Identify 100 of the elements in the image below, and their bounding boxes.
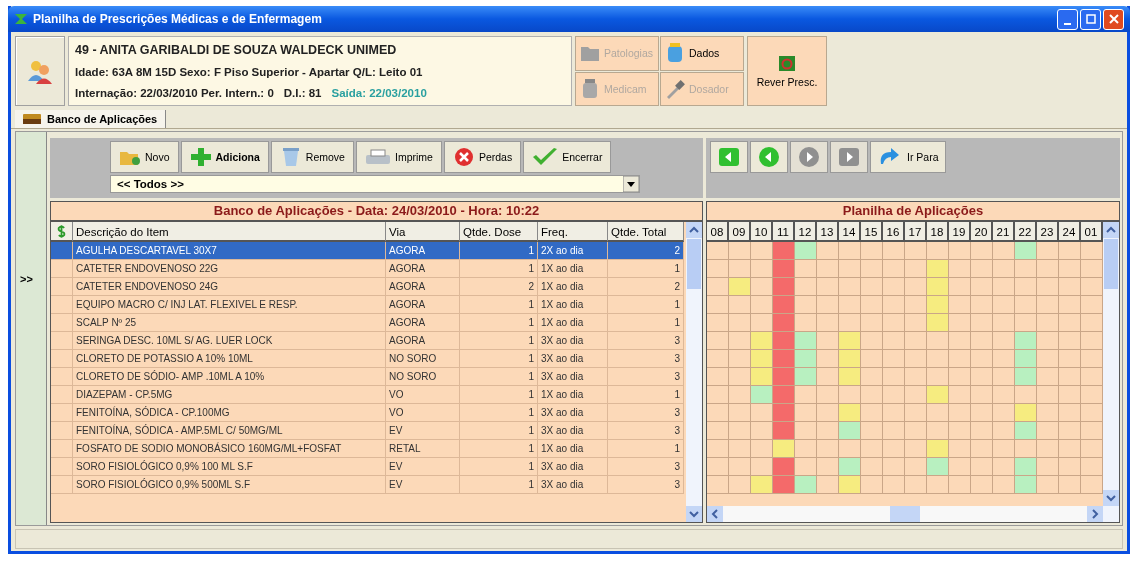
maximize-button[interactable] xyxy=(1080,8,1101,30)
check-icon xyxy=(532,147,559,167)
table-cell xyxy=(51,314,73,332)
table-cell: AGULHA DESCARTAVEL 30X7 xyxy=(73,242,386,260)
hour-header: 23 xyxy=(1037,222,1059,242)
patient-name: 49 - ANITA GARIBALDI DE SOUZA WALDECK UNIMED xyxy=(75,43,398,58)
discharge-date: Saída: 22/03/2010 xyxy=(331,86,427,99)
table-row[interactable]: EQUIPO MACRO C/ INJ LAT. FLEXIVEL E RESP. AGORA 1 1X ao dia 1 xyxy=(51,296,686,314)
scroll-up-icon[interactable] xyxy=(686,222,702,238)
table-cell: SCALP Nº 25 xyxy=(73,314,386,332)
table-row[interactable]: FENITOÍNA, SÓDICA - CP.100MG VO 1 3X ao dia 3 xyxy=(51,404,686,422)
table-row[interactable]: SCALP Nº 25 AGORA 1 1X ao dia 1 xyxy=(51,314,686,332)
hour-header: 09 xyxy=(729,222,751,242)
minimize-button[interactable] xyxy=(1057,8,1078,30)
table-row[interactable]: SORO FISIOLÓGICO 0,9% 100 ML S.F EV 1 3X ao dia 3 xyxy=(51,458,686,476)
table-row[interactable]: AGULHA DESCARTAVEL 30X7 AGORA 1 2X ao dia 2 xyxy=(51,242,686,260)
table-cell: 1 xyxy=(460,458,538,476)
table-cell: 1X ao dia xyxy=(538,440,608,458)
table-cell: AGORA xyxy=(386,314,460,332)
scroll-down-icon[interactable] xyxy=(686,506,702,522)
plus-icon xyxy=(189,147,212,167)
table-row[interactable]: CATETER ENDOVENOSO 24G AGORA 2 1X ao dia 2 xyxy=(51,278,686,296)
table-cell: 3 xyxy=(608,368,684,386)
table-cell: 1 xyxy=(608,440,684,458)
table-cell xyxy=(51,278,73,296)
table-cell: 1 xyxy=(608,314,684,332)
back-icon xyxy=(757,146,781,168)
toolbar-button[interactable]: Imprime xyxy=(355,141,442,173)
expand-toggle[interactable]: >> xyxy=(16,272,37,285)
admission-info: Internação: 22/03/2010 Per. Intern.: 0 xyxy=(75,86,274,99)
table-cell: CATETER ENDOVENOSO 22G xyxy=(73,260,386,278)
dollar-icon xyxy=(57,224,66,238)
vertical-scrollbar[interactable] xyxy=(1103,222,1119,522)
table-row[interactable]: SORO FISIOLÓGICO 0,9% 500ML S.F EV 1 3X ao dia 3 xyxy=(51,476,686,494)
table-row[interactable]: DIAZEPAM - CP.5MG VO 1 1X ao dia 1 xyxy=(51,386,686,404)
table-cell xyxy=(51,296,73,314)
window-title: Planilha de Prescrições Médicas e de Enfermagem xyxy=(33,12,323,26)
vertical-scrollbar[interactable] xyxy=(686,222,702,522)
patients-button[interactable] xyxy=(15,36,65,106)
toolbar-button[interactable]: Remove xyxy=(270,141,354,173)
close-icon xyxy=(1108,13,1119,24)
toolbar-button[interactable]: Encerrar xyxy=(523,141,612,173)
filter-dropdown[interactable]: << Todos >> xyxy=(110,175,640,193)
close-button[interactable] xyxy=(1103,8,1124,30)
scroll-thumb[interactable] xyxy=(890,506,920,522)
toolbar-button[interactable]: Perdas xyxy=(443,141,522,173)
column-header[interactable]: Via xyxy=(386,222,460,242)
review-button[interactable]: Rever Presc. xyxy=(747,36,827,106)
horizontal-scrollbar[interactable] xyxy=(707,506,1103,522)
hour-header: 10 xyxy=(751,222,773,242)
scroll-left-icon[interactable] xyxy=(707,506,723,522)
dropdown-arrow-icon[interactable] xyxy=(623,176,639,192)
column-header[interactable]: Descrição do Item xyxy=(73,222,386,242)
table-cell: 1 xyxy=(460,332,538,350)
tab[interactable]: Banco de Aplicações xyxy=(15,110,167,128)
table-cell: EV xyxy=(386,476,460,494)
hour-header: 22 xyxy=(1015,222,1037,242)
table-cell: 1 xyxy=(608,296,684,314)
toolbar-button[interactable]: Dados xyxy=(660,36,744,71)
table-cell: 1 xyxy=(460,350,538,368)
hour-header: 20 xyxy=(971,222,993,242)
table-cell: 3 xyxy=(608,458,684,476)
scroll-up-icon[interactable] xyxy=(1103,222,1119,238)
scroll-right-icon[interactable] xyxy=(1087,506,1103,522)
table-cell: 1 xyxy=(460,422,538,440)
table-cell: NO SORO xyxy=(386,350,460,368)
navigation-button[interactable] xyxy=(710,141,748,173)
table-row[interactable]: FOSFATO DE SODIO MONOBÁSICO 160MG/ML+FOSFAT RETAL 1 1X ao dia 1 xyxy=(51,440,686,458)
column-header[interactable]: Qtde. Dose xyxy=(460,222,538,242)
table-cell: FENITOÍNA, SÓDICA - CP.100MG xyxy=(73,404,386,422)
scroll-down-icon[interactable] xyxy=(1103,490,1119,506)
table-cell: DIAZEPAM - CP.5MG xyxy=(73,386,386,404)
toolbar-button[interactable]: Novo xyxy=(110,141,179,173)
table-cell: RETAL xyxy=(386,440,460,458)
table-cell: EV xyxy=(386,458,460,476)
scroll-thumb[interactable] xyxy=(687,239,701,289)
scroll-thumb[interactable] xyxy=(1104,239,1118,289)
table-row[interactable]: CATETER ENDOVENOSO 22G AGORA 1 1X ao dia 1 xyxy=(51,260,686,278)
hour-header: 11 xyxy=(773,222,795,242)
table-row[interactable]: CLORETO DE POTASSIO A 10% 10ML NO SORO 1 3X ao dia 3 xyxy=(51,350,686,368)
table-cell: 2 xyxy=(608,242,684,260)
table-cell xyxy=(51,242,73,260)
table-cell: 1 xyxy=(460,260,538,278)
table-row[interactable]: CLORETO DE SÓDIO- AMP .10ML A 10% NO SORO 1 3X ao dia 3 xyxy=(51,368,686,386)
hour-header: 14 xyxy=(839,222,861,242)
table-cell: 3X ao dia xyxy=(538,332,608,350)
column-header[interactable] xyxy=(51,222,73,242)
navigation-button[interactable] xyxy=(750,141,788,173)
hour-header: 08 xyxy=(707,222,729,242)
table-cell: AGORA xyxy=(386,260,460,278)
table-cell xyxy=(51,332,73,350)
table-cell xyxy=(51,422,73,440)
table-row[interactable]: SERINGA DESC. 10ML S/ AG. LUER LOCK AGORA 1 3X ao dia 3 xyxy=(51,332,686,350)
table-cell: 1 xyxy=(460,242,538,260)
toolbar-button[interactable]: Adiciona xyxy=(180,141,269,173)
go-to-button[interactable]: Ir Para xyxy=(870,141,946,173)
column-header[interactable]: Freq. xyxy=(538,222,608,242)
table-row[interactable]: FENITOÍNA, SÓDICA - AMP.5ML C/ 50MG/ML EV 1 3X ao dia 3 xyxy=(51,422,686,440)
table-cell: VO xyxy=(386,386,460,404)
column-header[interactable]: Qtde. Total xyxy=(608,222,684,242)
